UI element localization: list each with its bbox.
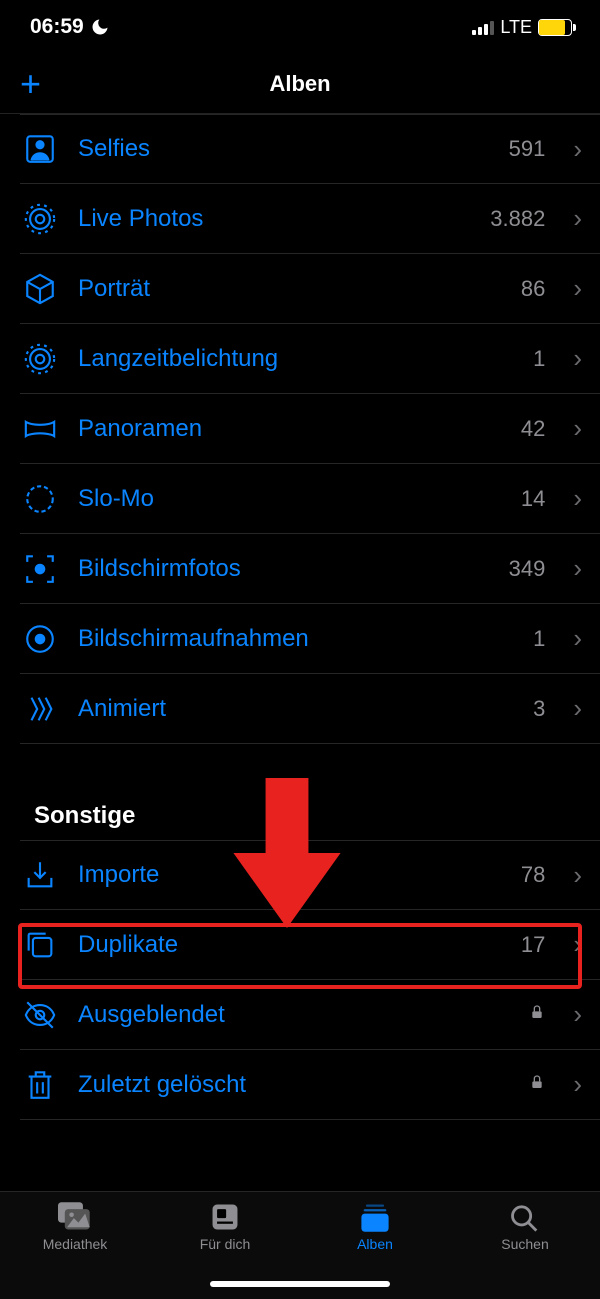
row-count: 1 (533, 626, 545, 652)
row-count: 591 (509, 136, 546, 162)
tab-label: Für dich (200, 1236, 251, 1252)
row-label: Porträt (78, 275, 503, 303)
chevron-right-icon: › (573, 929, 582, 960)
row-count: 14 (521, 486, 545, 512)
album-row-selfies[interactable]: Selfies 591 › (0, 114, 600, 184)
album-row-duplicates[interactable]: Duplikate 17 › (0, 910, 600, 980)
long-exposure-icon (20, 342, 60, 376)
album-row-long-exposure[interactable]: Langzeitbelichtung 1 › (0, 324, 600, 394)
duplicate-icon (20, 928, 60, 962)
row-count: 349 (509, 556, 546, 582)
row-count: 42 (521, 416, 545, 442)
tab-library[interactable]: Mediathek (15, 1202, 135, 1252)
row-count: 78 (521, 862, 545, 888)
chevron-right-icon: › (573, 134, 582, 165)
animated-icon (20, 692, 60, 726)
album-row-screen-recordings[interactable]: Bildschirmaufnahmen 1 › (0, 604, 600, 674)
album-row-slomo[interactable]: Slo-Mo 14 › (0, 464, 600, 534)
tab-albums[interactable]: Alben (315, 1202, 435, 1252)
nav-bar: + Alben (0, 54, 600, 114)
row-count: 1 (533, 346, 545, 372)
screenshot-icon (20, 552, 60, 586)
media-types-list: Selfies 591 › Live Photos 3.882 › Porträ… (0, 114, 600, 744)
do-not-disturb-icon (90, 17, 110, 37)
album-row-portrait[interactable]: Porträt 86 › (0, 254, 600, 324)
chevron-right-icon: › (573, 623, 582, 654)
row-label: Bildschirmaufnahmen (78, 625, 515, 653)
home-indicator[interactable] (210, 1281, 390, 1287)
import-icon (20, 858, 60, 892)
library-icon (58, 1202, 92, 1232)
tab-for-you[interactable]: Für dich (165, 1202, 285, 1252)
status-right: LTE (472, 17, 572, 38)
album-row-imports[interactable]: Importe 78 › (0, 840, 600, 910)
status-bar: 06:59 LTE (0, 0, 600, 54)
recording-icon (20, 622, 60, 656)
signal-icon (472, 20, 494, 35)
album-row-recently-deleted[interactable]: Zuletzt gelöscht › (0, 1050, 600, 1120)
row-label: Slo-Mo (78, 485, 503, 513)
selfies-icon (20, 132, 60, 166)
for-you-icon (208, 1202, 242, 1232)
row-count: 3.882 (490, 206, 545, 232)
tab-label: Alben (357, 1236, 393, 1252)
row-label: Langzeitbelichtung (78, 345, 515, 373)
row-label: Ausgeblendet (78, 1001, 511, 1029)
row-label: Animiert (78, 695, 515, 723)
status-time: 06:59 (30, 15, 84, 39)
hidden-icon (20, 998, 60, 1032)
album-row-animated[interactable]: Animiert 3 › (0, 674, 600, 744)
panorama-icon (20, 412, 60, 446)
add-button[interactable]: + (20, 66, 41, 102)
row-label: Live Photos (78, 205, 472, 233)
live-photos-icon (20, 202, 60, 236)
trash-icon (20, 1068, 60, 1102)
chevron-right-icon: › (573, 483, 582, 514)
chevron-right-icon: › (573, 553, 582, 584)
row-label: Zuletzt gelöscht (78, 1071, 511, 1099)
row-count: 86 (521, 276, 545, 302)
search-icon (508, 1202, 542, 1232)
nav-title: Alben (269, 71, 330, 97)
tab-search[interactable]: Suchen (465, 1202, 585, 1252)
battery-icon (538, 19, 572, 36)
status-left: 06:59 (30, 15, 110, 39)
row-label: Duplikate (78, 931, 503, 959)
album-row-hidden[interactable]: Ausgeblendet › (0, 980, 600, 1050)
chevron-right-icon: › (573, 203, 582, 234)
lock-icon (529, 1073, 545, 1096)
chevron-right-icon: › (573, 860, 582, 891)
album-row-panoramas[interactable]: Panoramen 42 › (0, 394, 600, 464)
chevron-right-icon: › (573, 343, 582, 374)
section-title-other: Sonstige (0, 744, 600, 840)
other-list: Importe 78 › Duplikate 17 › Ausgeblendet… (0, 840, 600, 1120)
album-row-screenshots[interactable]: Bildschirmfotos 349 › (0, 534, 600, 604)
chevron-right-icon: › (573, 999, 582, 1030)
row-label: Selfies (78, 135, 491, 163)
chevron-right-icon: › (573, 413, 582, 444)
chevron-right-icon: › (573, 273, 582, 304)
cube-icon (20, 272, 60, 306)
tab-label: Mediathek (43, 1236, 108, 1252)
album-row-live-photos[interactable]: Live Photos 3.882 › (0, 184, 600, 254)
chevron-right-icon: › (573, 1069, 582, 1100)
network-label: LTE (500, 17, 532, 38)
albums-icon (358, 1202, 392, 1232)
row-count: 3 (533, 696, 545, 722)
lock-icon (529, 1003, 545, 1026)
row-label: Importe (78, 861, 503, 889)
row-count: 17 (521, 932, 545, 958)
tab-label: Suchen (501, 1236, 548, 1252)
chevron-right-icon: › (573, 693, 582, 724)
row-label: Bildschirmfotos (78, 555, 491, 583)
row-label: Panoramen (78, 415, 503, 443)
slomo-icon (20, 482, 60, 516)
